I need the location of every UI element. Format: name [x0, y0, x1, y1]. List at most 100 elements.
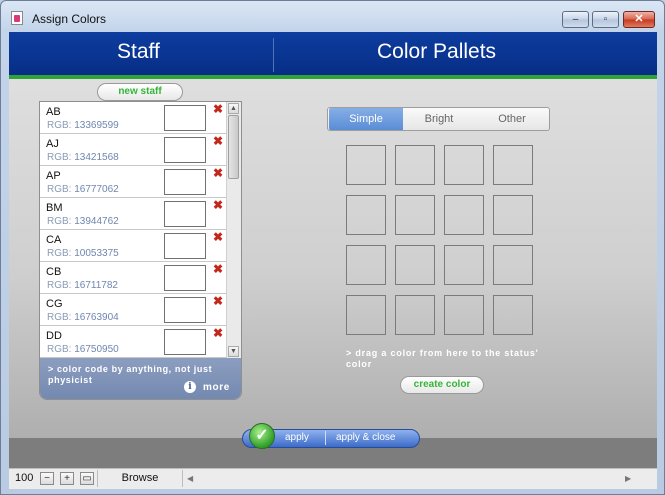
check-icon[interactable]: ✓ [249, 423, 275, 449]
info-icon[interactable]: i [184, 381, 196, 393]
client-area: Staff Color Pallets new staff AB RGB: 133… [9, 32, 657, 468]
scroll-up-icon[interactable]: ▲ [228, 103, 239, 114]
staff-row[interactable]: BM RGB: 13944762 ✖ [40, 198, 226, 230]
minimize-button[interactable]: – [562, 11, 589, 28]
palette-cell[interactable] [444, 145, 484, 185]
palette-cell[interactable] [395, 295, 435, 335]
color-swatch[interactable] [164, 265, 206, 291]
zoom-out-icon[interactable]: − [40, 472, 54, 485]
apply-button[interactable]: apply [285, 432, 309, 443]
staff-list: AB RGB: 13369599 ✖ AJ RGB: 13421568 ✖ AP RGB: 1… [40, 102, 226, 358]
palette-cell[interactable] [346, 145, 386, 185]
maximize-button[interactable]: ▫ [592, 11, 619, 28]
horizontal-scrollbar[interactable]: ◀ ▶ [181, 469, 657, 488]
header-divider [273, 38, 274, 72]
staff-rgb: RGB: 10053375 [47, 248, 119, 259]
staff-row[interactable]: AB RGB: 13369599 ✖ [40, 102, 226, 134]
scroll-thumb[interactable] [228, 115, 239, 179]
delete-icon[interactable]: ✖ [213, 263, 223, 275]
rgb-prefix: RGB: [47, 120, 72, 131]
staff-rgb: RGB: 13944762 [47, 216, 119, 227]
create-color-button[interactable]: create color [400, 376, 484, 394]
pallet-tab-bar: Simple Bright Other [327, 107, 550, 131]
tab-simple[interactable]: Simple [329, 108, 403, 130]
scroll-left-icon[interactable]: ◀ [187, 474, 193, 483]
palette-cell[interactable] [395, 145, 435, 185]
delete-icon[interactable]: ✖ [213, 103, 223, 115]
rgb-prefix: RGB: [47, 344, 72, 355]
rgb-prefix: RGB: [47, 280, 72, 291]
staff-name: AJ [46, 138, 59, 150]
scroll-down-icon[interactable]: ▼ [228, 346, 239, 357]
staff-row[interactable]: AP RGB: 16777062 ✖ [40, 166, 226, 198]
color-swatch[interactable] [164, 329, 206, 355]
staff-row[interactable]: CA RGB: 10053375 ✖ [40, 230, 226, 262]
color-swatch[interactable] [164, 297, 206, 323]
palette-cell[interactable] [493, 145, 533, 185]
delete-icon[interactable]: ✖ [213, 295, 223, 307]
staff-panel: AB RGB: 13369599 ✖ AJ RGB: 13421568 ✖ AP RGB: 1… [39, 101, 242, 400]
palette-cell[interactable] [493, 245, 533, 285]
assign-colors-window: Assign Colors – ▫ ✕ Staff Color Pallets … [0, 0, 665, 495]
color-swatch[interactable] [164, 137, 206, 163]
scroll-right-icon[interactable]: ▶ [625, 474, 631, 483]
new-staff-button[interactable]: new staff [97, 83, 183, 101]
staff-rgb: RGB: 16711782 [47, 280, 118, 291]
staff-name: CB [46, 266, 62, 278]
staff-list-scrollbar[interactable]: ▲ ▼ [226, 102, 241, 358]
delete-icon[interactable]: ✖ [213, 231, 223, 243]
tab-other[interactable]: Other [475, 108, 549, 130]
staff-rgb: RGB: 13369599 [47, 120, 119, 131]
staff-footer: > color code by anything, not just physi… [40, 358, 241, 399]
palette-cell[interactable] [395, 245, 435, 285]
staff-name: AB [46, 106, 61, 118]
delete-icon[interactable]: ✖ [213, 167, 223, 179]
delete-icon[interactable]: ✖ [213, 199, 223, 211]
zoom-level: 100 [15, 472, 34, 484]
footer-hint-text: > color code by anything, not just physi… [48, 364, 213, 385]
color-swatch[interactable] [164, 233, 206, 259]
staff-rgb: RGB: 16777062 [47, 184, 119, 195]
staff-row[interactable]: DD RGB: 16750950 ✖ [40, 326, 226, 358]
staff-name: DD [46, 330, 62, 342]
layout-toggle-icon[interactable]: ▭ [80, 472, 94, 485]
color-swatch[interactable] [164, 105, 206, 131]
palette-cell[interactable] [493, 195, 533, 235]
delete-icon[interactable]: ✖ [213, 327, 223, 339]
rgb-value: 16777062 [74, 184, 119, 195]
delete-icon[interactable]: ✖ [213, 135, 223, 147]
rgb-prefix: RGB: [47, 184, 72, 195]
staff-rgb: RGB: 16750950 [47, 344, 119, 355]
rgb-prefix: RGB: [47, 312, 72, 323]
color-swatch[interactable] [164, 169, 206, 195]
palette-cell[interactable] [395, 195, 435, 235]
staff-row[interactable]: CG RGB: 16763904 ✖ [40, 294, 226, 326]
section-header: Staff Color Pallets [9, 32, 657, 79]
app-icon [11, 11, 23, 25]
palette-cell[interactable] [346, 295, 386, 335]
staff-row[interactable]: CB RGB: 16711782 ✖ [40, 262, 226, 294]
palette-cell[interactable] [444, 245, 484, 285]
staff-name: BM [46, 202, 63, 214]
rgb-value: 16711782 [74, 280, 118, 291]
mode-label[interactable]: Browse [97, 470, 183, 487]
staff-row[interactable]: AJ RGB: 13421568 ✖ [40, 134, 226, 166]
palette-cell[interactable] [493, 295, 533, 335]
close-button[interactable]: ✕ [623, 11, 655, 28]
more-link[interactable]: more [203, 382, 230, 393]
rgb-value: 16763904 [74, 312, 119, 323]
palette-cell[interactable] [346, 245, 386, 285]
apply-close-button[interactable]: apply & close [336, 432, 395, 443]
zoom-in-icon[interactable]: + [60, 472, 74, 485]
palette-cell[interactable] [444, 295, 484, 335]
rgb-value: 10053375 [74, 248, 119, 259]
tab-bright[interactable]: Bright [403, 108, 475, 130]
rgb-prefix: RGB: [47, 248, 72, 259]
color-pallets-heading: Color Pallets [377, 40, 497, 63]
drag-hint-text: > drag a color from here to the status' … [346, 348, 539, 369]
palette-cell[interactable] [444, 195, 484, 235]
status-bar: 100 − + ▭ Browse ◀ ▶ [9, 468, 657, 489]
palette-cell[interactable] [346, 195, 386, 235]
color-swatch[interactable] [164, 201, 206, 227]
staff-rgb: RGB: 13421568 [47, 152, 119, 163]
